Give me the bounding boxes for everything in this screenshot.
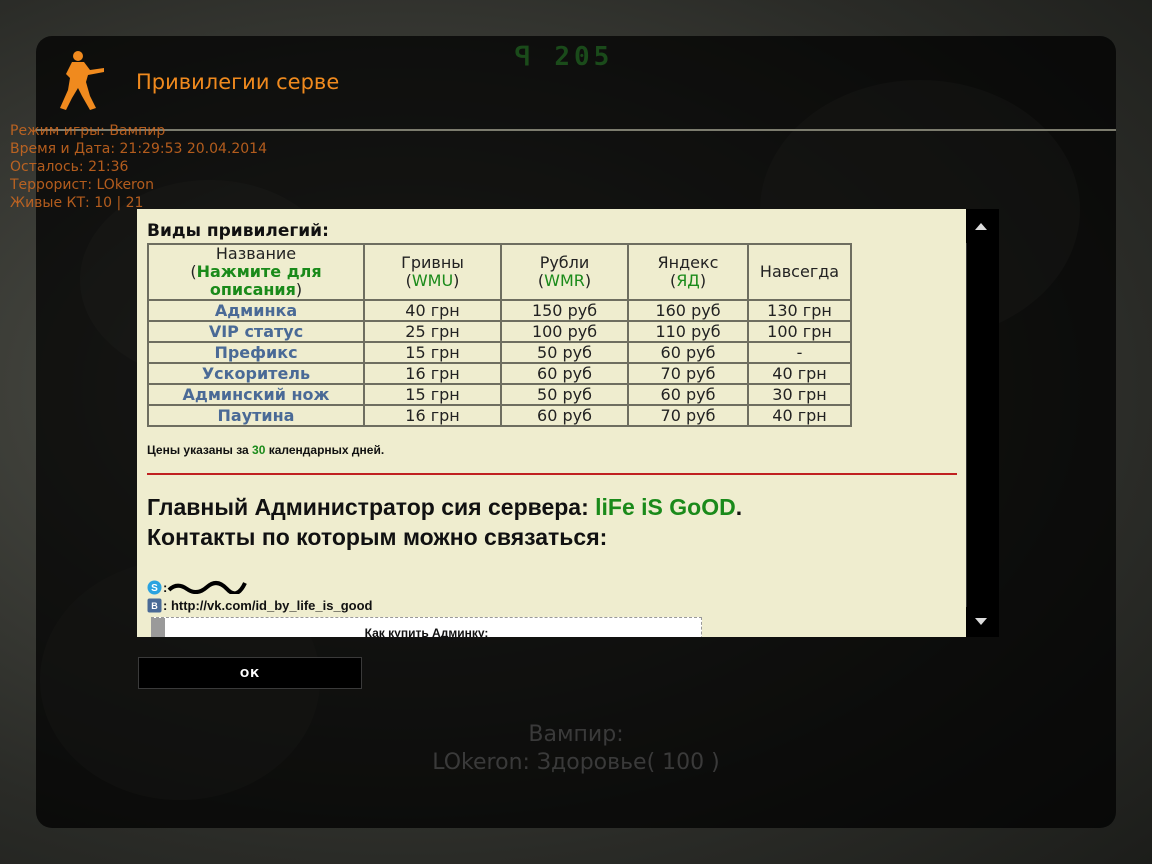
price-uah: 15 грн — [363, 341, 502, 364]
price-rub: 50 руб — [500, 341, 629, 364]
privilege-name-link[interactable]: Паутина — [147, 404, 365, 427]
status-health: LOkeron: Здоровье( 100 ) — [432, 750, 720, 775]
red-divider — [147, 473, 957, 475]
price-yandex: 70 руб — [627, 404, 749, 427]
price-yandex: 110 руб — [627, 320, 749, 343]
table-row: Админский нож 15 грн 50 руб 60 руб 30 грн — [147, 383, 852, 406]
privilege-name-link[interactable]: Админка — [147, 299, 365, 322]
price-uah: 16 грн — [363, 362, 502, 385]
price-yandex: 160 руб — [627, 299, 749, 322]
table-row: Ускоритель 16 грн 60 руб 70 руб 40 грн — [147, 362, 852, 385]
header-name: Название (Нажмите для описания) — [147, 243, 365, 301]
price-uah: 40 грн — [363, 299, 502, 322]
hud-time-remaining: Осталось: 21:36 — [10, 159, 129, 175]
skype-icon: S — [147, 580, 162, 594]
hud-datetime: Время и Дата: 21:29:53 20.04.2014 — [10, 141, 267, 157]
price-yandex: 70 руб — [627, 362, 749, 385]
counter-strike-logo-icon — [60, 51, 104, 110]
howto-title: Как купить Админку: — [364, 626, 489, 637]
price-yandex: 60 руб — [627, 341, 749, 364]
hud-game-mode: Режим игры: Вампир — [10, 123, 166, 139]
header-rub: Рубли (WMR) — [500, 243, 629, 301]
scrollbar[interactable] — [966, 209, 999, 637]
privileges-table: Название (Нажмите для описания) Гривны (W… — [147, 243, 852, 427]
prices-note: Цены указаны за 30 календарных дней. — [147, 443, 385, 457]
privilege-name-link[interactable]: Админский нож — [147, 383, 365, 406]
scroll-track[interactable] — [966, 243, 1000, 607]
header-yandex: Яндекс (ЯД) — [627, 243, 749, 301]
header-uah: Гривны (WMU) — [363, 243, 502, 301]
privileges-heading: Виды привилегий: — [147, 221, 329, 241]
table-row: Админка 40 грн 150 руб 160 руб 130 грн — [147, 299, 852, 322]
price-forever: 30 грн — [747, 383, 852, 406]
privilege-name-link[interactable]: Префикс — [147, 341, 365, 364]
vk-contact: B : http://vk.com/id_by_life_is_good — [147, 596, 957, 614]
header-name-label: Название — [215, 244, 297, 263]
contacts-list: S : B : http://vk.com/id_by_life_is_good — [147, 578, 957, 614]
ok-button[interactable]: ОК — [138, 657, 362, 689]
price-rub: 100 руб — [500, 320, 629, 343]
main-admin-line: Главный Администратор сия сервера: liFe … — [147, 494, 743, 520]
price-forever: 130 грн — [747, 299, 852, 322]
admin-name: liFe iS GoOD — [595, 494, 736, 520]
vk-link[interactable]: : http://vk.com/id_by_life_is_good — [163, 598, 372, 613]
svg-text:S: S — [151, 583, 158, 594]
hud-info-panel: Режим игры: Вампир Время и Дата: 21:29:5… — [10, 122, 267, 212]
price-forever: 100 грн — [747, 320, 852, 343]
contacts-heading: Контакты по которым можно связаться: — [147, 524, 608, 550]
price-uah: 15 грн — [363, 383, 502, 406]
price-yandex: 60 руб — [627, 383, 749, 406]
table-row: VIP статус 25 грн 100 руб 110 руб 100 грн — [147, 320, 852, 343]
price-forever: 40 грн — [747, 404, 852, 427]
hud-terrorist: Террорист: LOkeron — [10, 177, 154, 193]
window-title: Привилегии серве — [136, 70, 340, 94]
svg-text:B: B — [151, 601, 158, 611]
motd-content-frame[interactable]: Виды привилегий: Название (Нажмите для о… — [137, 209, 966, 637]
howto-box: Как купить Админку: — [151, 617, 702, 637]
header-forever: Навсегда — [747, 243, 852, 301]
privilege-name-link[interactable]: Ускоритель — [147, 362, 365, 385]
status-mode: Вампир: — [528, 722, 624, 747]
scroll-up-icon[interactable] — [975, 223, 987, 230]
scroll-down-icon[interactable] — [975, 618, 987, 625]
privilege-name-link[interactable]: VIP статус — [147, 320, 365, 343]
price-rub: 150 руб — [500, 299, 629, 322]
redacted-scribble — [167, 581, 248, 594]
vk-icon: B — [147, 598, 162, 612]
price-rub: 50 руб — [500, 383, 629, 406]
table-row: Паутина 16 грн 60 руб 70 руб 40 грн — [147, 404, 852, 427]
price-rub: 60 руб — [500, 362, 629, 385]
skype-contact: S : — [147, 578, 957, 596]
price-uah: 16 грн — [363, 404, 502, 427]
price-forever: 40 грн — [747, 362, 852, 385]
price-uah: 25 грн — [363, 320, 502, 343]
hud-top-counter: ꟼ 205 — [515, 42, 614, 72]
price-forever: - — [747, 341, 852, 364]
price-rub: 60 руб — [500, 404, 629, 427]
header-description-link[interactable]: Нажмите для описания — [197, 262, 322, 299]
table-row: Префикс 15 грн 50 руб 60 руб - — [147, 341, 852, 364]
